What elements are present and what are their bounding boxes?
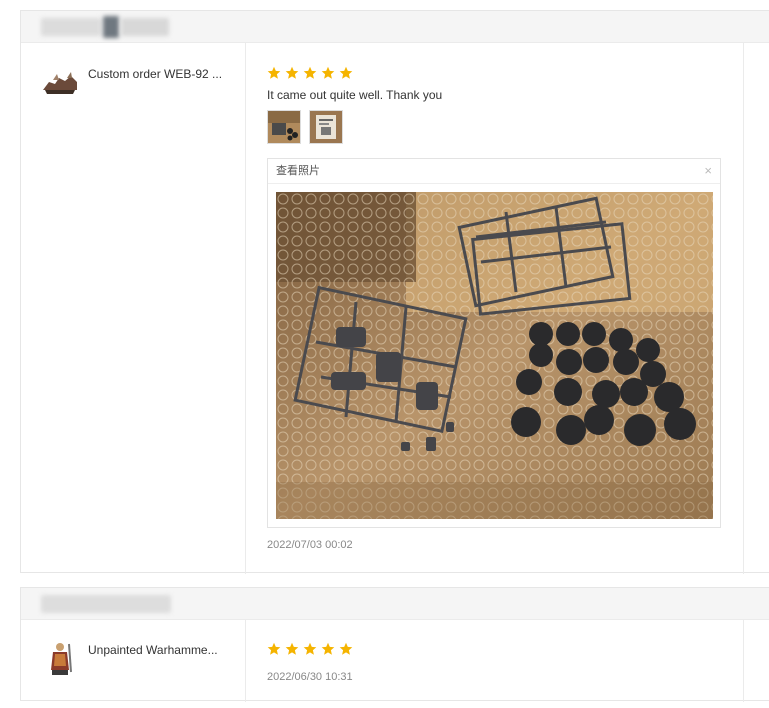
rating-stars <box>267 642 353 656</box>
star-icon <box>303 66 317 79</box>
star-icon <box>285 66 299 79</box>
review-photo-thumbnails <box>267 110 343 144</box>
card-header-blurred <box>21 11 769 43</box>
card-body: Custom order WEB-92 ... It came out quit… <box>21 43 769 574</box>
photo-viewer-title-text: 查看照片 <box>276 165 320 177</box>
star-icon <box>321 642 335 655</box>
review-photo-thumb-2[interactable] <box>309 110 343 144</box>
product-column: Unpainted Warhamme... <box>21 620 246 702</box>
photo-viewer-title: 查看照片 × <box>268 159 720 184</box>
rating-stars <box>267 66 353 80</box>
star-icon <box>267 66 281 79</box>
review-card-1: Custom order WEB-92 ... It came out quit… <box>20 10 769 574</box>
star-icon <box>321 66 335 79</box>
review-column: It came out quite well. Thank you 查看照片 ×… <box>246 43 743 574</box>
extra-column <box>743 620 769 702</box>
enlarged-review-photo <box>276 192 716 519</box>
review-date: 2022/06/30 10:31 <box>267 671 353 683</box>
star-icon <box>339 642 353 655</box>
product-thumbnail[interactable] <box>41 640 79 678</box>
review-text: It came out quite well. Thank you <box>267 88 443 102</box>
star-icon <box>303 642 317 655</box>
blurred-meta <box>121 18 169 36</box>
review-photo-thumb-1[interactable] <box>267 110 301 144</box>
blurred-username <box>41 595 171 613</box>
card-body: Unpainted Warhamme... 2022/06/30 10:31 <box>21 620 769 702</box>
blurred-avatar <box>103 16 119 38</box>
blurred-username <box>41 18 101 36</box>
product-name-link[interactable]: Unpainted Warhamme... <box>88 642 228 658</box>
star-icon <box>339 66 353 79</box>
extra-column <box>743 43 769 574</box>
review-card-2: Unpainted Warhamme... 2022/06/30 10:31 <box>20 587 769 702</box>
close-icon[interactable]: × <box>704 159 712 183</box>
product-thumbnail[interactable] <box>41 64 79 102</box>
star-icon <box>285 642 299 655</box>
review-date: 2022/07/03 00:02 <box>267 539 353 551</box>
review-column: 2022/06/30 10:31 <box>246 620 743 702</box>
card-header-blurred <box>21 588 769 620</box>
product-column: Custom order WEB-92 ... <box>21 43 246 574</box>
photo-viewer: 查看照片 × <box>267 158 721 528</box>
product-name-link[interactable]: Custom order WEB-92 ... <box>88 66 228 82</box>
star-icon <box>267 642 281 655</box>
